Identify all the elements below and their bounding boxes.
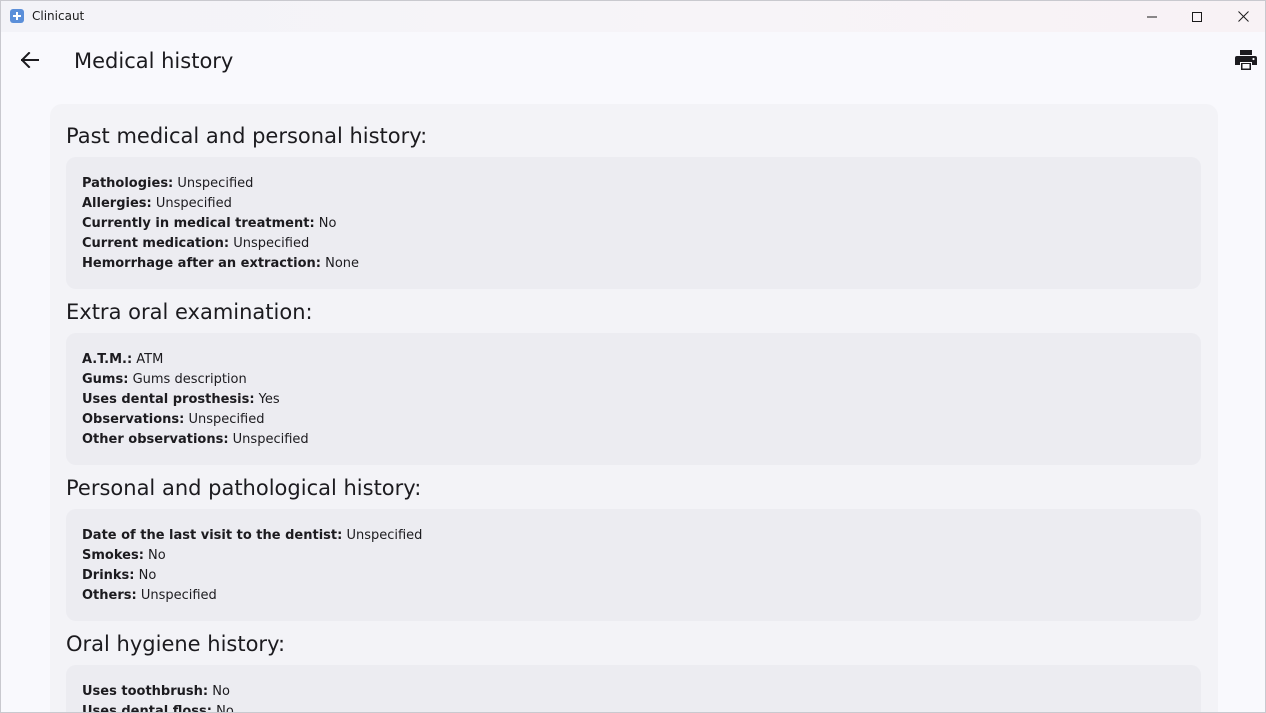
maximize-icon — [1192, 11, 1202, 22]
field-pathologies: Pathologies: Unspecified — [82, 174, 1185, 194]
field-value: ATM — [136, 352, 164, 367]
field-smokes: Smokes: No — [82, 546, 1185, 566]
field-value: Unspecified — [155, 196, 232, 211]
maximize-button[interactable] — [1174, 1, 1220, 32]
arrow-back-icon — [21, 52, 39, 68]
app-bar: Medical history — [1, 32, 1265, 92]
field-value: Unspecified — [188, 412, 265, 427]
field-value: Yes — [258, 392, 280, 407]
print-icon — [1235, 50, 1257, 70]
field-label: Allergies: — [82, 196, 152, 211]
field-label: Uses toothbrush: — [82, 684, 209, 699]
window-title: Clinicaut — [32, 9, 85, 23]
field-label: Uses dental floss: — [82, 704, 212, 713]
field-allergies: Allergies: Unspecified — [82, 194, 1185, 214]
field-value: Unspecified — [140, 588, 217, 603]
field-label: Date of the last visit to the dentist: — [82, 528, 343, 543]
section-title-extra-oral: Extra oral examination: — [66, 300, 313, 324]
field-observations: Observations: Unspecified — [82, 410, 1185, 430]
section-extra-oral: A.T.M.: ATM Gums: Gums description Uses … — [66, 333, 1201, 465]
field-dental-prosthesis: Uses dental prosthesis: Yes — [82, 390, 1185, 410]
close-icon — [1237, 11, 1249, 22]
field-last-dentist-visit: Date of the last visit to the dentist: U… — [82, 526, 1185, 546]
minimize-icon — [1147, 16, 1157, 17]
section-title-past-medical: Past medical and personal history: — [66, 124, 428, 148]
field-label: Others: — [82, 588, 137, 603]
field-value: No — [148, 548, 166, 563]
field-value: Gums description — [132, 372, 247, 387]
field-other-observations: Other observations: Unspecified — [82, 430, 1185, 450]
field-current-medication: Current medication: Unspecified — [82, 234, 1185, 254]
section-title-personal-pathological: Personal and pathological history: — [66, 476, 422, 500]
app-logo-icon — [10, 9, 24, 23]
field-uses-dental-floss: Uses dental floss: No — [82, 702, 1185, 713]
field-others: Others: Unspecified — [82, 586, 1185, 606]
close-button[interactable] — [1220, 1, 1265, 32]
back-button[interactable] — [11, 41, 49, 79]
field-hemorrhage: Hemorrhage after an extraction: None — [82, 254, 1185, 274]
field-label: Drinks: — [82, 568, 135, 583]
field-value: Unspecified — [232, 432, 309, 447]
print-button[interactable] — [1227, 41, 1265, 79]
field-label: Currently in medical treatment: — [82, 216, 315, 231]
field-label: Hemorrhage after an extraction: — [82, 256, 321, 271]
field-value: Unspecified — [346, 528, 423, 543]
minimize-button[interactable] — [1129, 1, 1175, 32]
field-drinks: Drinks: No — [82, 566, 1185, 586]
field-label: Gums: — [82, 372, 129, 387]
field-atm: A.T.M.: ATM — [82, 350, 1185, 370]
section-past-medical: Pathologies: Unspecified Allergies: Unsp… — [66, 157, 1201, 289]
page-title: Medical history — [74, 49, 234, 73]
field-gums: Gums: Gums description — [82, 370, 1185, 390]
section-personal-pathological: Date of the last visit to the dentist: U… — [66, 509, 1201, 621]
section-oral-hygiene: Uses toothbrush: No Uses dental floss: N… — [66, 665, 1201, 713]
field-label: Other observations: — [82, 432, 229, 447]
app-window: Clinicaut Medical history Past medical a… — [0, 0, 1266, 713]
field-value: No — [138, 568, 157, 583]
field-uses-toothbrush: Uses toothbrush: No — [82, 682, 1185, 702]
field-value: Unspecified — [177, 176, 254, 191]
section-title-oral-hygiene: Oral hygiene history: — [66, 632, 286, 656]
field-value: None — [325, 256, 360, 271]
title-bar: Clinicaut — [1, 1, 1265, 32]
field-value: No — [212, 684, 230, 699]
field-label: Uses dental prosthesis: — [82, 392, 255, 407]
field-value: Unspecified — [233, 236, 310, 251]
field-medical-treatment: Currently in medical treatment: No — [82, 214, 1185, 234]
field-label: Current medication: — [82, 236, 230, 251]
field-label: Smokes: — [82, 548, 144, 563]
medical-history-card: Past medical and personal history: Patho… — [50, 104, 1218, 713]
field-label: A.T.M.: — [82, 352, 133, 367]
field-label: Observations: — [82, 412, 185, 427]
field-value: No — [318, 216, 337, 231]
field-value: No — [216, 704, 234, 713]
field-label: Pathologies: — [82, 176, 174, 191]
